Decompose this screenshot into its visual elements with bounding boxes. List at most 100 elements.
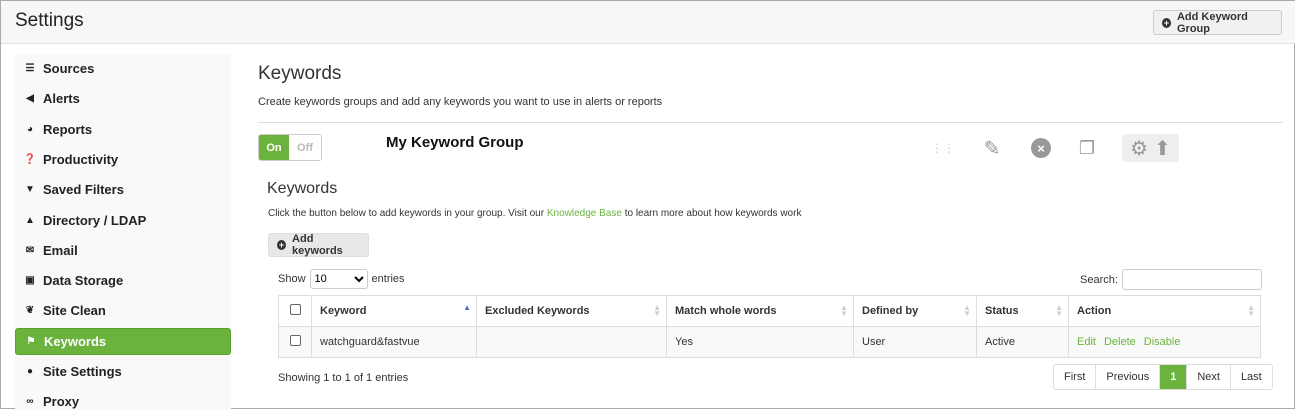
filter-icon: ▼	[25, 184, 35, 196]
add-keyword-group-button[interactable]: + Add Keyword Group	[1153, 10, 1282, 35]
sidebar-item-label: Sources	[43, 61, 95, 76]
list-icon: ☰	[25, 63, 35, 74]
divider	[258, 122, 1283, 123]
sidebar-item-label: Site Clean	[43, 303, 106, 319]
link-icon: ∞	[26, 396, 34, 408]
page-title: Settings	[15, 10, 84, 31]
leaf-icon: ❦	[25, 305, 35, 317]
toggle-off[interactable]: Off	[289, 135, 321, 160]
pencil-icon[interactable]: ✎	[979, 136, 1005, 160]
pager-last[interactable]: Last	[1229, 365, 1272, 389]
table-row: watchguard&fastvue Yes User Active Edit D…	[278, 326, 1261, 358]
entries-select[interactable]: 10	[309, 269, 368, 289]
delete-circle-icon[interactable]: ×	[1029, 137, 1053, 159]
search-input[interactable]	[1121, 269, 1262, 290]
top-bar: Settings + Add Keyword Group	[1, 1, 1295, 44]
sidebar: ☰ Sources ◀ Alerts ◕ Reports ❓ Productivity ▼ Sav…	[15, 54, 231, 410]
pager-next[interactable]: Next	[1186, 365, 1230, 389]
pagination: First Previous 1 Next Last	[1053, 364, 1273, 390]
column-label: Match whole words	[675, 305, 777, 317]
knowledge-base-link[interactable]: Knowledge Base	[547, 208, 622, 219]
sidebar-item-proxy[interactable]: ∞ Proxy	[15, 388, 231, 415]
toggle-on[interactable]: On	[259, 135, 289, 160]
edit-link[interactable]: Edit	[1077, 336, 1096, 348]
pager-page-1[interactable]: 1	[1159, 365, 1187, 389]
plus-circle-icon: +	[1162, 17, 1171, 28]
sort-icon: ▲ ▼	[963, 303, 971, 318]
megaphone-icon: ◀	[26, 93, 34, 105]
sidebar-item-label: Email	[43, 242, 78, 258]
entries-label: entries	[371, 273, 405, 285]
defined-by-cell: User	[853, 326, 977, 358]
button-label: Add Keyword Group	[1176, 10, 1248, 35]
column-header-keyword[interactable]: Keyword ▲	[311, 295, 477, 327]
pager-previous[interactable]: Previous	[1095, 365, 1159, 389]
help-text-post: to learn more about how keywords work	[621, 208, 802, 219]
column-label: Action	[1077, 305, 1112, 317]
user-icon: ▲	[25, 214, 35, 226]
sidebar-item-label: Saved Filters	[43, 182, 124, 198]
column-label: Excluded Keywords	[485, 305, 590, 317]
search-area: Search:	[1080, 269, 1262, 290]
button-label: Add keywords	[292, 233, 343, 257]
sidebar-item-email[interactable]: ✉ Email	[15, 237, 231, 264]
keywords-subheading: Keywords	[267, 180, 338, 197]
copy-icon[interactable]: ❐	[1075, 137, 1099, 159]
plus-circle-icon: +	[277, 240, 287, 250]
column-header-action[interactable]: Action ▲ ▼	[1068, 295, 1261, 327]
column-header-defined-by[interactable]: Defined by ▲ ▼	[853, 295, 977, 327]
column-header-match[interactable]: Match whole words ▲ ▼	[666, 295, 854, 327]
sidebar-item-label: Reports	[43, 121, 93, 137]
gear-icon[interactable]: ⚙	[1130, 136, 1148, 161]
group-name: My Keyword Group	[386, 134, 524, 151]
inbox-icon: ▣	[25, 275, 35, 287]
sidebar-item-data-storage[interactable]: ▣ Data Storage	[15, 267, 231, 294]
globe-icon: ●	[26, 366, 34, 377]
settings-move-button[interactable]: ⚙ ⬆	[1122, 134, 1179, 162]
sidebar-item-label: Data Storage	[43, 273, 124, 289]
column-label: Defined by	[862, 305, 919, 317]
sidebar-item-label: Alerts	[43, 91, 80, 107]
arrow-up-icon[interactable]: ⬆	[1154, 136, 1171, 161]
status-cell: Active	[976, 326, 1069, 358]
pie-chart-icon: ◕	[26, 123, 34, 135]
sort-icon: ▲ ▼	[1247, 303, 1255, 318]
sidebar-item-sources[interactable]: ☰ Sources	[15, 55, 231, 82]
sidebar-item-label: Productivity	[43, 151, 119, 167]
help-text-pre: Click the button below to add keywords i…	[268, 208, 547, 219]
delete-link[interactable]: Delete	[1104, 336, 1136, 348]
search-label: Search:	[1080, 273, 1118, 286]
flag-icon: ⚑	[26, 335, 36, 347]
sidebar-item-saved-filters[interactable]: ▼ Saved Filters	[15, 176, 231, 203]
table-info: Showing 1 to 1 of 1 entries	[278, 372, 409, 384]
keyword-cell: watchguard&fastvue	[311, 326, 477, 358]
drag-handle-icon[interactable]: ⋮⋮	[931, 137, 955, 159]
sidebar-item-productivity[interactable]: ❓ Productivity	[15, 146, 231, 173]
question-icon: ❓	[23, 153, 37, 165]
excluded-cell	[476, 326, 667, 358]
table-header-row: Keyword ▲ Excluded Keywords ▲ ▼ Match whole…	[278, 295, 1261, 327]
sidebar-item-directory-ldap[interactable]: ▲ Directory / LDAP	[15, 207, 231, 234]
select-all-checkbox[interactable]	[289, 304, 301, 315]
column-header-status[interactable]: Status ▲ ▼	[976, 295, 1069, 327]
add-keywords-button[interactable]: + Add keywords	[268, 233, 369, 257]
sidebar-item-reports[interactable]: ◕ Reports	[15, 116, 231, 143]
disable-link[interactable]: Disable	[1144, 336, 1181, 348]
sidebar-item-label: Directory / LDAP	[43, 212, 147, 228]
sidebar-item-label: Keywords	[44, 333, 107, 349]
sidebar-item-alerts[interactable]: ◀ Alerts	[15, 85, 231, 112]
group-on-off-toggle[interactable]: On Off	[258, 134, 322, 161]
sidebar-item-keywords[interactable]: ⚑ Keywords	[15, 327, 231, 355]
sort-icon: ▲ ▼	[840, 303, 848, 318]
sort-icon: ▲ ▼	[1055, 303, 1063, 318]
column-header-excluded[interactable]: Excluded Keywords ▲ ▼	[476, 295, 667, 327]
keywords-table: Keyword ▲ Excluded Keywords ▲ ▼ Match whole…	[278, 295, 1261, 358]
show-label: Show	[278, 273, 306, 285]
row-checkbox[interactable]	[289, 335, 301, 346]
sidebar-item-site-settings[interactable]: ● Site Settings	[15, 358, 231, 385]
column-label: Keyword	[320, 305, 367, 317]
page-length: Show 10 entries	[278, 269, 405, 289]
select-all-cell	[278, 295, 312, 327]
sidebar-item-site-clean[interactable]: ❦ Site Clean	[15, 297, 231, 324]
pager-first[interactable]: First	[1054, 365, 1095, 389]
